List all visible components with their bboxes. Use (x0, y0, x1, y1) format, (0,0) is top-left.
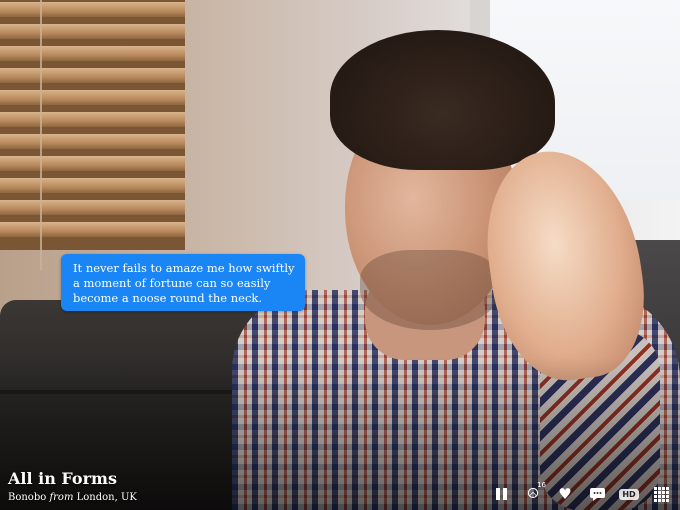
track-byline: Bonobo from London, UK (8, 492, 137, 503)
player-toolbar: ☮ 16 ♥ HD (490, 481, 672, 504)
peace-count: 16 (537, 481, 546, 489)
pause-button[interactable] (490, 484, 512, 504)
peace-icon: ☮ (526, 486, 540, 502)
artist-location: London, UK (76, 492, 137, 503)
pause-icon (494, 488, 508, 500)
heart-icon: ♥ (558, 484, 572, 503)
quote-bubble: It never fails to amaze me how swiftly a… (61, 254, 305, 311)
comment-icon (589, 487, 605, 501)
hd-icon: HD (619, 488, 639, 500)
hd-button[interactable]: HD (618, 484, 640, 504)
track-title[interactable]: All in Forms (8, 469, 117, 488)
grid-icon (653, 486, 669, 502)
artist-name[interactable]: Bonobo (8, 492, 46, 503)
from-word: from (49, 492, 74, 503)
like-button[interactable]: ♥ (554, 484, 576, 504)
peace-button[interactable]: ☮ 16 (522, 481, 546, 504)
quote-text: It never fails to amaze me how swiftly a… (73, 261, 295, 305)
grid-button[interactable] (650, 484, 672, 504)
comment-button[interactable] (586, 484, 608, 504)
